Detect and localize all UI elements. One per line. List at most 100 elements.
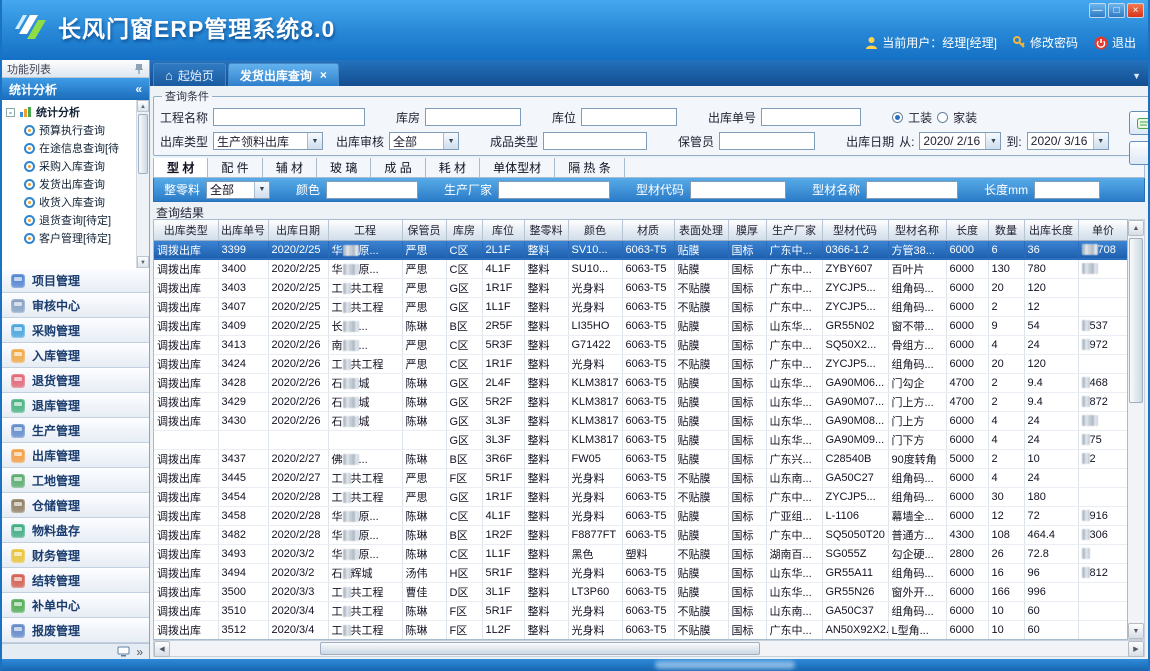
tree-root-statistics[interactable]: - 统计分析 xyxy=(6,103,135,121)
scroll-up-icon[interactable]: ▲ xyxy=(1128,220,1144,236)
tree-item-7[interactable]: 客户管理[待定] xyxy=(6,229,135,247)
scroll-up-icon[interactable]: ▲ xyxy=(137,100,149,112)
tree-item-2[interactable]: 在途信息查询[待 xyxy=(6,139,135,157)
sidebar-module-13[interactable]: 结转管理 xyxy=(2,568,149,593)
outbound-audit-select[interactable]: 全部 ▼ xyxy=(389,132,459,150)
chevrons-right-icon[interactable]: » xyxy=(136,645,143,659)
h-scroll-track[interactable] xyxy=(170,641,1128,656)
sidebar-module-4[interactable]: 入库管理 xyxy=(2,343,149,368)
pin-icon[interactable] xyxy=(134,63,144,75)
material-tab-8[interactable]: 隔 热 条 xyxy=(555,158,625,177)
column-header[interactable]: 保管员 xyxy=(402,220,446,240)
column-header[interactable]: 整零料 xyxy=(524,220,568,240)
h-scroll-thumb[interactable] xyxy=(320,642,760,655)
column-header[interactable]: 出库类型 xyxy=(154,220,218,240)
material-tab-2[interactable]: 配 件 xyxy=(208,158,262,177)
table-row[interactable]: 调拨出库34302020/2/26石城陈琳G区3L3F整料KLM38176063… xyxy=(154,411,1128,430)
column-header[interactable]: 表面处理 xyxy=(674,220,728,240)
column-header[interactable]: 膜厚 xyxy=(728,220,766,240)
table-row[interactable]: 调拨出库34242020/2/26工共工程严思C区1R1F整料光身料6063-T… xyxy=(154,354,1128,373)
product-type-input[interactable] xyxy=(543,132,647,150)
sidebar-module-5[interactable]: 退货管理 xyxy=(2,368,149,393)
tab-shipment-outbound-query[interactable]: 发货出库查询 × xyxy=(228,63,339,86)
whole-part-select[interactable]: 全部 ▼ xyxy=(206,181,270,199)
table-row[interactable]: 调拨出库35002020/3/3工共工程曹佳D区3L1F整料LT3P606063… xyxy=(154,582,1128,601)
home-decor-radio[interactable] xyxy=(937,112,948,123)
table-row[interactable]: 调拨出库34942020/3/2石辉城汤伟H区5R1F整料光身料6063-T5贴… xyxy=(154,563,1128,582)
sidebar-module-14[interactable]: 补单中心 xyxy=(2,593,149,618)
project-name-input[interactable] xyxy=(213,108,365,126)
close-button[interactable]: × xyxy=(1127,3,1144,18)
sidebar-module-9[interactable]: 工地管理 xyxy=(2,468,149,493)
table-row[interactable]: 调拨出库33992020/2/25华原...严思C区2L1F整料SV10...6… xyxy=(154,240,1128,259)
workwear-radio[interactable] xyxy=(892,112,903,123)
sidebar-module-8[interactable]: 出库管理 xyxy=(2,443,149,468)
clear-conditions-button[interactable]: 清空条件 xyxy=(1129,111,1150,135)
scroll-down-icon[interactable]: ▼ xyxy=(1128,623,1144,639)
column-header[interactable]: 工程 xyxy=(328,220,402,240)
sidebar-module-6[interactable]: 退库管理 xyxy=(2,393,149,418)
color-input[interactable] xyxy=(326,181,418,199)
table-row[interactable]: 调拨出库34132020/2/26南...严思C区5R3F整料G71422606… xyxy=(154,335,1128,354)
table-row[interactable]: 调拨出库34292020/2/26石城陈琳G区5R2F整料KLM38176063… xyxy=(154,392,1128,411)
length-input[interactable] xyxy=(1034,181,1100,199)
computer-icon[interactable] xyxy=(117,646,130,657)
tab-close-icon[interactable]: × xyxy=(320,68,327,82)
column-header[interactable]: 库房 xyxy=(446,220,482,240)
material-tab-4[interactable]: 玻 璃 xyxy=(317,158,371,177)
manufacturer-input[interactable] xyxy=(498,181,610,199)
table-row[interactable]: 调拨出库34822020/2/28华原...陈琳B区1R2F整料F8877FT6… xyxy=(154,525,1128,544)
column-header[interactable]: 型材名称 xyxy=(888,220,946,240)
panel-collapse-icon[interactable]: « xyxy=(135,82,142,96)
column-header[interactable]: 颜色 xyxy=(568,220,622,240)
column-header[interactable]: 库位 xyxy=(482,220,524,240)
column-header[interactable]: 出库日期 xyxy=(268,220,328,240)
tab-overflow-icon[interactable]: ▼ xyxy=(1132,71,1141,81)
table-row[interactable]: 调拨出库34092020/2/25长...陈琳B区2R5F整料LI35HO606… xyxy=(154,316,1128,335)
tree-item-1[interactable]: 预算执行查询 xyxy=(6,121,135,139)
table-row[interactable]: 调拨出库34032020/2/25工共工程严思G区1R1F整料光身料6063-T… xyxy=(154,278,1128,297)
sidebar-module-7[interactable]: 生产管理 xyxy=(2,418,149,443)
tree-item-5[interactable]: 收货入库查询 xyxy=(6,193,135,211)
date-to-select[interactable]: 2020/ 3/16 ▼ xyxy=(1027,132,1109,150)
sidebar-module-3[interactable]: 采购管理 xyxy=(2,318,149,343)
date-from-select[interactable]: 2020/ 2/16 ▼ xyxy=(919,132,1001,150)
logout-button[interactable]: 退出 xyxy=(1094,34,1136,51)
profile-code-input[interactable] xyxy=(690,181,786,199)
material-tab-3[interactable]: 辅 材 xyxy=(263,158,317,177)
table-row[interactable]: 调拨出库34542020/2/28工共工程严思G区1R1F整料光身料6063-T… xyxy=(154,487,1128,506)
material-tab-1[interactable]: 型 材 xyxy=(154,158,208,177)
table-row[interactable]: 调拨出库34932020/3/2华原...陈琳C区1L1F整料黑色塑料不贴膜国标… xyxy=(154,544,1128,563)
tree-collapse-icon[interactable]: - xyxy=(6,108,15,117)
scroll-right-icon[interactable]: ▶ xyxy=(1128,641,1144,657)
search-button[interactable]: 查 询 xyxy=(1129,141,1150,165)
material-tab-5[interactable]: 成 品 xyxy=(371,158,425,177)
column-header[interactable]: 生产厂家 xyxy=(766,220,822,240)
sidebar-module-1[interactable]: 项目管理 xyxy=(2,268,149,293)
sidebar-module-10[interactable]: 仓储管理 xyxy=(2,493,149,518)
location-input[interactable] xyxy=(581,108,677,126)
sidebar-module-12[interactable]: 财务管理 xyxy=(2,543,149,568)
sidebar-module-11[interactable]: 物料盘存 xyxy=(2,518,149,543)
v-scroll-track[interactable] xyxy=(1128,236,1144,623)
tab-start-page[interactable]: ⌂ 起始页 xyxy=(153,63,226,86)
warehouse-input[interactable] xyxy=(425,108,521,126)
tree-item-4[interactable]: 发货出库查询 xyxy=(6,175,135,193)
material-tab-6[interactable]: 耗 材 xyxy=(426,158,480,177)
vertical-scrollbar[interactable]: ▲ ▼ xyxy=(1128,219,1145,640)
tree-scrollbar[interactable]: ▲ ▼ xyxy=(136,100,149,268)
column-header[interactable]: 材质 xyxy=(622,220,674,240)
order-no-input[interactable] xyxy=(761,108,861,126)
column-header[interactable]: 长度 xyxy=(946,220,988,240)
tree-scroll-thumb[interactable] xyxy=(138,114,148,174)
column-header[interactable]: 数量 xyxy=(988,220,1024,240)
scroll-down-icon[interactable]: ▼ xyxy=(137,256,149,268)
column-header[interactable]: 出库长度 xyxy=(1024,220,1078,240)
v-scroll-thumb[interactable] xyxy=(1129,238,1143,403)
table-row[interactable]: 调拨出库34582020/2/28华原...陈琳C区4L1F整料光身料6063-… xyxy=(154,506,1128,525)
horizontal-scrollbar[interactable]: ◀ ▶ xyxy=(153,640,1145,657)
maximize-button[interactable]: □ xyxy=(1108,3,1125,18)
change-password-link[interactable]: 修改密码 xyxy=(1013,34,1078,51)
table-row[interactable]: 调拨出库34452020/2/27工共工程严思F区5R1F整料光身料6063-T… xyxy=(154,468,1128,487)
material-tab-7[interactable]: 单体型材 xyxy=(480,158,555,177)
